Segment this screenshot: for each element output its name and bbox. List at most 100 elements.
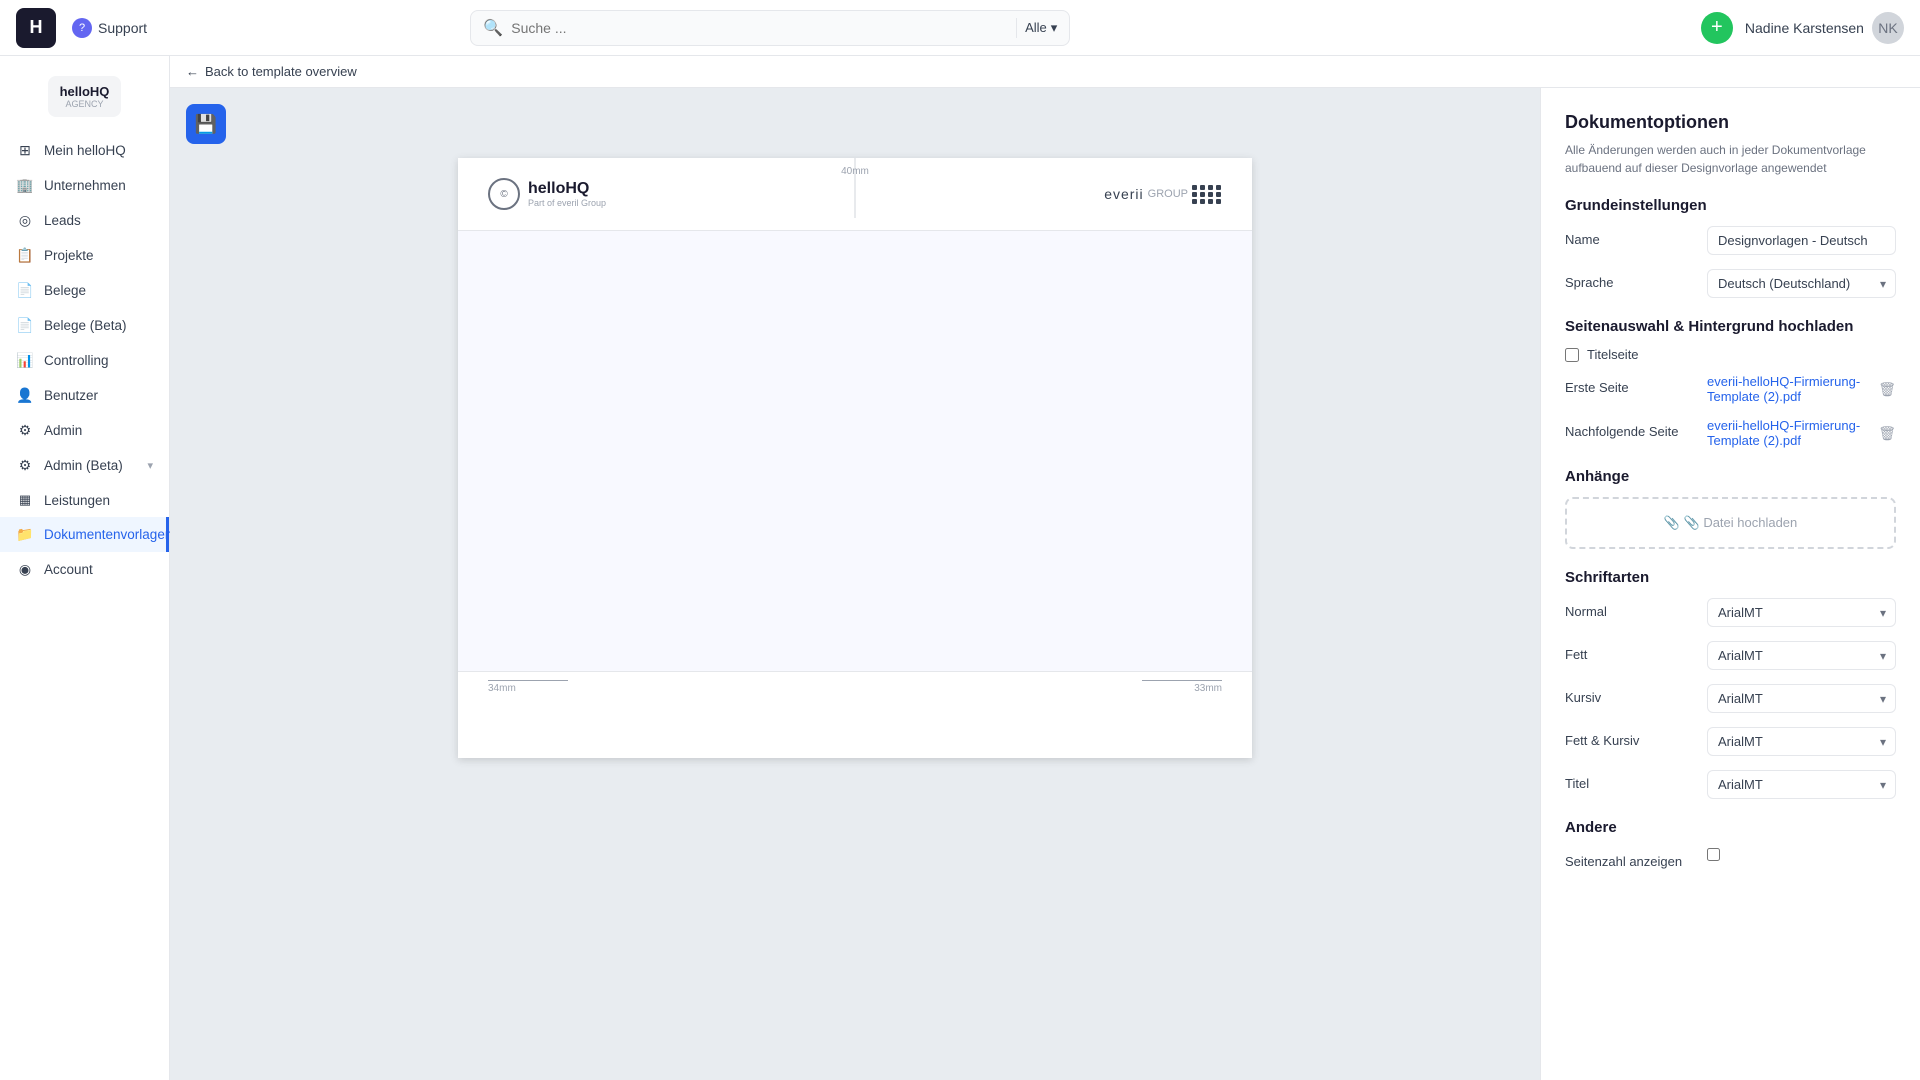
form-control-fett-kursiv[interactable]: ArialMTArialHelvetica: [1707, 727, 1896, 756]
form-label-nachfolgende-seite: Nachfolgende Seite: [1565, 418, 1695, 439]
font-titel-select[interactable]: ArialMTArialHelvetica: [1707, 770, 1896, 799]
sprache-select[interactable]: Deutsch (Deutschland) Englisch Französis…: [1707, 269, 1896, 298]
titelseite-checkbox[interactable]: [1565, 348, 1579, 362]
admin-icon: ⚙: [16, 422, 34, 439]
save-button[interactable]: 💾: [186, 104, 226, 144]
font-fett-select[interactable]: ArialMTArialHelvetica: [1707, 641, 1896, 670]
section-anhaenge: Anhänge: [1565, 468, 1896, 485]
sidebar-item-admin[interactable]: ⚙ Admin: [0, 413, 169, 448]
doc-logo-sub: Part of everil Group: [528, 198, 606, 208]
dot-3: [1208, 185, 1213, 190]
doc-logo-circle: ©: [488, 178, 520, 210]
sidebar-item-account[interactable]: ◉ Account: [0, 552, 169, 587]
main-toolbar: ← Back to template overview: [170, 56, 1920, 88]
doc-logo-text: helloHQ: [528, 180, 606, 198]
sidebar-item-leads[interactable]: ◎ Leads: [0, 203, 169, 238]
sidebar-item-dokumentenvorlagen[interactable]: 📁 Dokumentenvorlagen: [0, 517, 169, 552]
form-control-titel[interactable]: ArialMTArialHelvetica: [1707, 770, 1896, 799]
right-panel: Dokumentoptionen Alle Änderungen werden …: [1540, 88, 1920, 1080]
search-bar[interactable]: 🔍 Alle ▾: [470, 10, 1070, 46]
sidebar-logo-text: helloHQ: [60, 84, 110, 99]
sidebar-item-benutzer[interactable]: 👤 Benutzer: [0, 378, 169, 413]
sidebar-logo-box: helloHQ AGENCY: [48, 76, 122, 117]
upload-area[interactable]: 📎 📎 Datei hochladen: [1565, 497, 1896, 549]
titelseite-label: Titelseite: [1587, 347, 1639, 362]
user-name: Nadine Karstensen: [1745, 20, 1864, 36]
user-menu[interactable]: Nadine Karstensen NK: [1745, 12, 1904, 44]
doc-header: © helloHQ Part of everil Group 40mm ever…: [458, 158, 1252, 231]
form-label-fett: Fett: [1565, 641, 1695, 662]
document-page: © helloHQ Part of everil Group 40mm ever…: [458, 158, 1252, 758]
font-kursiv-select[interactable]: ArialMTArialHelvetica: [1707, 684, 1896, 713]
belege-icon: 📄: [16, 282, 34, 299]
form-row-titel: Titel ArialMTArialHelvetica: [1565, 770, 1896, 799]
form-label-seitenzahl: Seitenzahl anzeigen: [1565, 848, 1695, 869]
leistungen-icon: ▦: [16, 492, 34, 508]
sidebar: helloHQ AGENCY ⊞ Mein helloHQ 🏢 Unterneh…: [0, 56, 170, 1080]
form-row-fett-kursiv: Fett & Kursiv ArialMTArialHelvetica: [1565, 727, 1896, 756]
sidebar-item-label: Belege: [44, 283, 86, 298]
form-control-nachfolgende-seite: everii-helloHQ-Firmierung-Template (2).p…: [1707, 418, 1896, 448]
form-control-normal[interactable]: ArialMTArialHelvetica: [1707, 598, 1896, 627]
everii-dots-grid: [1192, 185, 1222, 204]
logo-letter: H: [30, 17, 43, 38]
search-filter-dropdown[interactable]: Alle ▾: [1025, 20, 1057, 36]
app-logo[interactable]: H: [16, 8, 56, 48]
form-control-kursiv[interactable]: ArialMTArialHelvetica: [1707, 684, 1896, 713]
support-icon: ?: [72, 18, 92, 38]
dot-9: [1192, 199, 1197, 204]
belege-beta-icon: 📄: [16, 317, 34, 334]
form-row-erste-seite: Erste Seite everii-helloHQ-Firmierung-Te…: [1565, 374, 1896, 404]
trash-icon-erste-seite[interactable]: 🗑: [1878, 381, 1896, 398]
dot-8: [1216, 192, 1221, 197]
chevron-icon: ▾: [147, 459, 153, 472]
doc-logo-left: © helloHQ Part of everil Group: [488, 178, 606, 210]
nachfolgende-seite-file-link[interactable]: everii-helloHQ-Firmierung-Template (2).p…: [1707, 418, 1872, 448]
dot-12: [1216, 199, 1221, 204]
font-fett-kursiv-select[interactable]: ArialMTArialHelvetica: [1707, 727, 1896, 756]
sidebar-item-label: Admin: [44, 423, 82, 438]
sidebar-logo-sub: AGENCY: [60, 99, 110, 109]
dot-7: [1208, 192, 1213, 197]
erste-seite-file-link[interactable]: everii-helloHQ-Firmierung-Template (2).p…: [1707, 374, 1872, 404]
everii-text: everii: [1104, 186, 1143, 202]
sidebar-item-unternehmen[interactable]: 🏢 Unternehmen: [0, 168, 169, 203]
sidebar-item-admin-beta[interactable]: ⚙ Admin (Beta) ▾: [0, 448, 169, 483]
everii-group-text: GROUP: [1148, 188, 1188, 200]
search-input[interactable]: [511, 20, 1008, 36]
seitenzahl-checkbox[interactable]: [1707, 848, 1720, 861]
sidebar-item-mein-hellohq[interactable]: ⊞ Mein helloHQ: [0, 133, 169, 168]
form-label-erste-seite: Erste Seite: [1565, 374, 1695, 395]
name-input[interactable]: [1707, 226, 1896, 255]
upload-icon: 📎: [1664, 515, 1680, 530]
form-row-fett: Fett ArialMTArialHelvetica: [1565, 641, 1896, 670]
sidebar-item-belege[interactable]: 📄 Belege: [0, 273, 169, 308]
form-control-erste-seite: everii-helloHQ-Firmierung-Template (2).p…: [1707, 374, 1896, 404]
form-row-sprache: Sprache Deutsch (Deutschland) Englisch F…: [1565, 269, 1896, 298]
sidebar-item-label: Dokumentenvorlagen: [44, 527, 172, 542]
trash-icon-nachfolgende-seite[interactable]: 🗑: [1878, 425, 1896, 442]
back-link[interactable]: ← Back to template overview: [186, 64, 357, 79]
form-control-name[interactable]: [1707, 226, 1896, 255]
support-link[interactable]: ? Support: [72, 18, 147, 38]
checkbox-titelseite[interactable]: Titelseite: [1565, 347, 1896, 362]
form-label-titel: Titel: [1565, 770, 1695, 791]
search-icon: 🔍: [483, 18, 503, 38]
home-icon: ⊞: [16, 142, 34, 159]
font-normal-select[interactable]: ArialMTArialHelvetica: [1707, 598, 1896, 627]
form-control-seitenzahl[interactable]: [1707, 848, 1896, 866]
form-control-sprache[interactable]: Deutsch (Deutschland) Englisch Französis…: [1707, 269, 1896, 298]
sidebar-item-controlling[interactable]: 📊 Controlling: [0, 343, 169, 378]
sidebar-item-label: Mein helloHQ: [44, 143, 126, 158]
account-icon: ◉: [16, 561, 34, 578]
form-label-fett-kursiv: Fett & Kursiv: [1565, 727, 1695, 748]
sidebar-item-label: Benutzer: [44, 388, 98, 403]
dot-2: [1200, 185, 1205, 190]
sidebar-item-leistungen[interactable]: ▦ Leistungen: [0, 483, 169, 517]
sidebar-item-belege-beta[interactable]: 📄 Belege (Beta): [0, 308, 169, 343]
sidebar-item-label: Leads: [44, 213, 81, 228]
add-button[interactable]: +: [1701, 12, 1733, 44]
form-control-fett[interactable]: ArialMTArialHelvetica: [1707, 641, 1896, 670]
dot-5: [1192, 192, 1197, 197]
sidebar-item-projekte[interactable]: 📋 Projekte: [0, 238, 169, 273]
